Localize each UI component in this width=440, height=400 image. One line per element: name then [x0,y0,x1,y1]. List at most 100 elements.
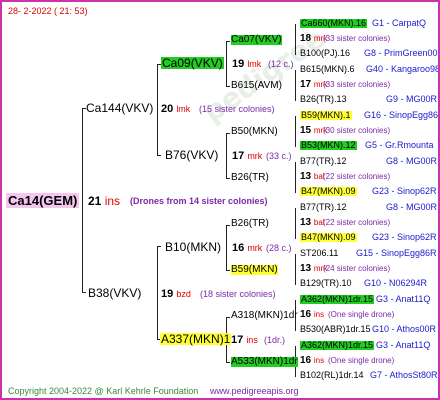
root-queen[interactable]: Ca14(GEM) [6,193,80,208]
code-b102: G7 - AthosSt80R [370,370,438,380]
b10-summary: 16 mrk [232,243,262,254]
queen-b26-upper[interactable]: B26(TR) [231,173,269,183]
b38-summary: 19 bzd [161,289,191,300]
code-b100: G8 - PrimGreen00 [364,48,438,58]
ca09-unit: lmk [247,59,262,69]
ca144-unit: lmk [176,104,191,114]
connector-b50 [295,116,296,147]
queen-a533[interactable]: A533(MKN)1dr [231,357,298,367]
queen-st206[interactable]: ST206.11 [300,249,338,258]
ca07-count: 18 [300,33,312,44]
connector-b38 [157,246,158,340]
a533-note: (One single drone) [328,356,395,365]
queen-b100[interactable]: B100(PJ).16 [300,49,350,58]
a337-summary: 17 ins [231,335,258,346]
b26-upper-count: 13 [300,171,312,182]
code-ca660: G1 - CarpatQ [372,18,427,28]
connector-root [82,108,83,293]
code-b77-upper: G8 - MG00R [386,156,438,166]
connector-ca144 [157,64,158,155]
queen-b615-6[interactable]: B615(MKN).6 [300,65,355,74]
connector-root-bottom [82,292,86,293]
queen-b47-lower[interactable]: B47(MKN).09 [300,233,357,242]
footer-copyright: Copyright 2004-2022 @ Karl Kehrle Founda… [8,386,199,396]
connector-ca09 [226,41,227,87]
b10-unit: mrk [247,243,263,253]
root-unit: ins [104,194,121,208]
root-id: Ca14(GEM) [8,193,78,208]
queen-b77-lower[interactable]: B77(TR).12 [300,203,347,212]
a318-note: (One single drone) [328,310,395,319]
code-b53: G5 - Gr.Rmounta [365,140,434,150]
b50-count: 15 [300,125,312,136]
queen-ca09[interactable]: Ca09(VKV) [161,57,224,69]
b59-note: (24 sister colonies) [323,264,391,273]
b76-count: 17 [232,150,245,162]
footer-url[interactable]: www.pedigreeapis.org [210,387,299,396]
code-b615-6: G40 - Kangaroo98R [366,64,440,74]
queen-b530[interactable]: B530(ABR)1dr.15 [300,325,371,334]
queen-b77-upper[interactable]: B77(TR).12 [300,157,347,166]
b38-count: 19 [161,288,174,300]
ca07-note: (33 sister colonies) [323,34,391,43]
b615-count: 17 [300,79,312,90]
code-b47-upper: G23 - Sinop62R [372,186,437,196]
connector-ca144-bottom [157,155,161,156]
connector-b26b [295,208,296,239]
ca144-summary: 20 lmk [161,104,190,115]
b26-lower-note: (22 sister colonies) [323,218,391,227]
b76-note: (33 c.) [266,151,292,161]
queen-ca07[interactable]: Ca07(VKV) [231,35,282,45]
a318-count: 16 [300,309,312,320]
connector-a337-top [226,317,230,318]
queen-b76[interactable]: B76(VKV) [165,149,218,161]
connector-b615 [295,70,296,101]
connector-b10-top [226,225,230,226]
code-a362-lower: G3 - Anat11Q [376,340,431,350]
connector-b59 [295,254,296,285]
connector-b10-bottom [226,270,230,271]
ca144-count: 20 [161,103,174,115]
code-b530: G10 - Athos00R [372,324,437,334]
code-b129: G10 - N06294R [364,278,428,288]
queen-b59-1[interactable]: B59(MKN).1 [300,111,352,120]
a337-count: 17 [231,334,244,346]
code-b26-13: G9 - MG00R [386,94,438,104]
queen-a318[interactable]: A318(MKN)1dr [231,311,298,321]
queen-b129[interactable]: B129(TR).10 [300,279,352,288]
pedigree-frame: pedigree 28- 2-2022 ( 21: 53) Ca14(GEM) … [0,0,440,400]
a318-unit: ins [313,310,325,319]
connector-ca09-top [226,41,230,42]
queen-a337[interactable]: A337(MKN)1 [160,333,232,345]
queen-b26-lower[interactable]: B26(TR) [231,219,269,229]
b38-unit: bzd [176,289,191,299]
queen-ca660[interactable]: Ca660(MKN).16 [300,19,368,28]
queen-b59[interactable]: B59(MKN) [231,265,278,275]
a533-count: 16 [300,355,312,366]
queen-b102[interactable]: B102(RL)1dr.14 [300,371,364,380]
queen-a362-upper[interactable]: A362(MKN)1dr.15 [300,295,375,304]
b76-summary: 17 mrk [232,151,262,162]
a533-unit: ins [313,356,325,365]
queen-b47-upper[interactable]: B47(MKN).09 [300,187,357,196]
connector-b76-top [226,133,230,134]
b50-note: (30 sister colonies) [323,126,391,135]
code-b59-1: G16 - SinopEgg86R [364,110,440,120]
connector-ca07 [295,24,296,55]
ca09-summary: 19 lmk [232,59,261,70]
b10-count: 16 [232,242,245,254]
code-st206: G15 - SinopEgg86R [356,248,437,258]
connector-b38-top [157,246,161,247]
queen-b26-13[interactable]: B26(TR).13 [300,95,347,104]
connector-b76-bottom [226,178,230,179]
queen-ca144[interactable]: Ca144(VKV) [86,102,153,114]
summary-a318: 16 ins [300,310,324,320]
root-summary: 21 ins [88,195,120,207]
queen-b615[interactable]: B615(AVM) [231,81,282,91]
queen-b50[interactable]: B50(MKN) [231,127,278,137]
queen-a362-lower[interactable]: A362(MKN)1dr.15 [300,341,375,350]
queen-b38[interactable]: B38(VKV) [88,287,141,299]
connector-b76 [226,133,227,179]
queen-b53[interactable]: B53(MKN).12 [300,141,357,150]
queen-b10[interactable]: B10(MKN) [165,241,221,253]
